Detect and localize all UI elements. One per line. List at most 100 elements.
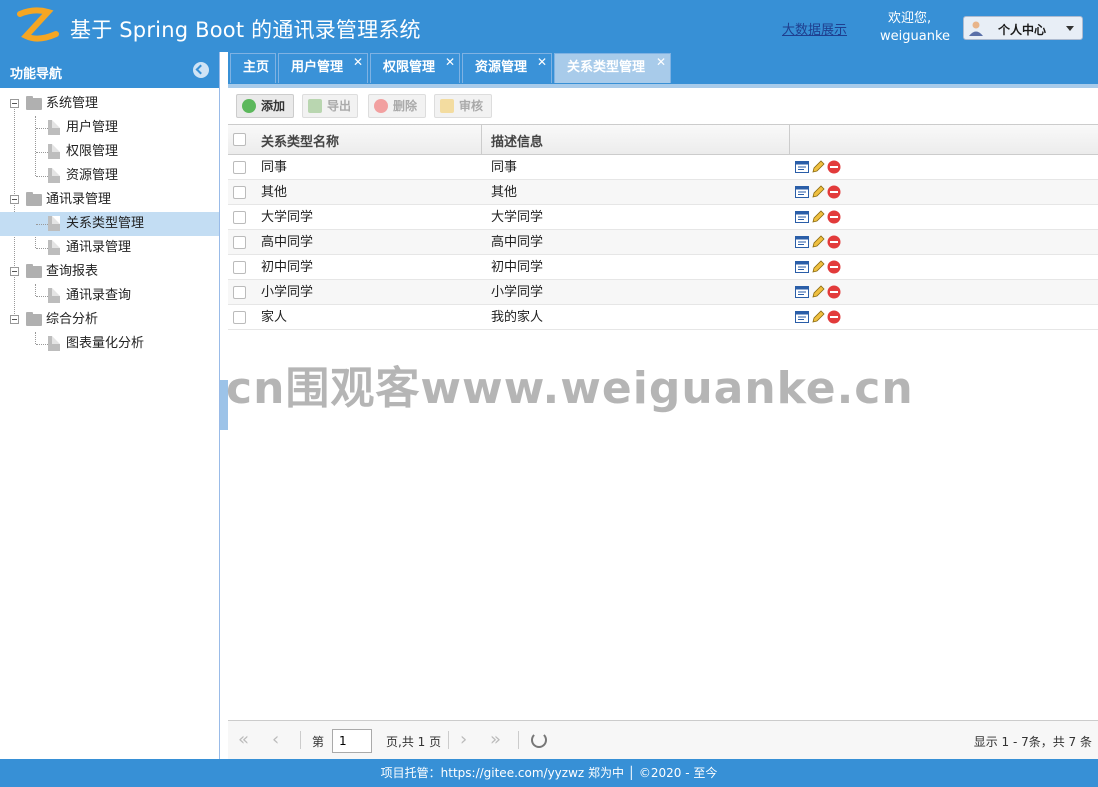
user-center-label: 个人中心	[998, 23, 1047, 37]
table-row[interactable]: 大学同学 大学同学	[228, 205, 1098, 230]
sidebar-item-label: 图表量化分析	[66, 336, 145, 351]
collapse-toggle-icon[interactable]	[10, 315, 19, 324]
collapse-toggle-icon[interactable]	[10, 267, 19, 276]
close-icon[interactable]: ✕	[353, 48, 363, 76]
data-grid: 关系类型名称 描述信息 同事 同事 其他 其他 大学同学 大学同学 高中同学 高中同学 初中同学…	[228, 124, 1098, 330]
cell-desc: 同事	[491, 160, 518, 175]
row-checkbox[interactable]	[233, 186, 246, 199]
edit-pencil-icon[interactable]	[811, 285, 825, 299]
tree-connector	[36, 248, 48, 249]
delete-icon[interactable]	[827, 260, 841, 274]
detail-icon[interactable]	[795, 260, 809, 274]
detail-icon[interactable]	[795, 160, 809, 174]
edit-pencil-icon[interactable]	[811, 310, 825, 324]
tab-permissions[interactable]: 权限管理 ✕	[370, 53, 460, 83]
table-row[interactable]: 同事 同事	[228, 155, 1098, 180]
column-header-desc[interactable]: 描述信息	[491, 131, 543, 150]
export-button[interactable]: 导出	[302, 94, 358, 118]
sidebar-item-label: 资源管理	[66, 168, 119, 183]
sidebar-splitter[interactable]	[220, 380, 228, 430]
pager-divider	[300, 731, 301, 749]
row-checkbox[interactable]	[233, 161, 246, 174]
pager-summary: 显示 1 - 7条，共 7 条	[973, 735, 1092, 749]
tree-connector	[36, 224, 48, 225]
tree-group-label: 系统管理	[46, 96, 99, 111]
row-checkbox[interactable]	[233, 311, 246, 324]
delete-icon[interactable]	[827, 210, 841, 224]
tree-group-contacts[interactable]: 通讯录管理	[0, 188, 219, 212]
detail-icon[interactable]	[795, 185, 809, 199]
sidebar-item-label: 通讯录查询	[66, 288, 132, 303]
add-button[interactable]: 添加	[236, 94, 294, 118]
edit-pencil-icon[interactable]	[811, 260, 825, 274]
close-icon[interactable]: ✕	[445, 48, 455, 76]
tree-connector	[36, 128, 48, 129]
bigdata-link[interactable]: 大数据展示	[782, 19, 847, 38]
detail-icon[interactable]	[795, 285, 809, 299]
first-page-icon[interactable]: «	[238, 731, 249, 749]
edit-pencil-icon[interactable]	[811, 210, 825, 224]
edit-pencil-icon[interactable]	[811, 160, 825, 174]
delete-icon[interactable]	[827, 185, 841, 199]
file-icon	[48, 288, 60, 303]
tab-relation-types[interactable]: 关系类型管理 ✕	[554, 53, 671, 83]
row-checkbox[interactable]	[233, 261, 246, 274]
collapse-sidebar-icon[interactable]	[193, 62, 209, 78]
pager-divider	[448, 731, 449, 749]
tab-home[interactable]: 主页	[230, 53, 276, 83]
tree-group-label: 综合分析	[46, 312, 99, 327]
row-checkbox[interactable]	[233, 211, 246, 224]
table-row[interactable]: 高中同学 高中同学	[228, 230, 1098, 255]
edit-pencil-icon[interactable]	[811, 185, 825, 199]
sidebar-title: 功能导航	[10, 67, 63, 82]
edit-pencil-icon[interactable]	[811, 235, 825, 249]
delete-icon[interactable]	[827, 160, 841, 174]
user-center-button[interactable]: 个人中心	[963, 16, 1083, 40]
select-all-checkbox[interactable]	[233, 133, 246, 146]
sidebar-item-resources[interactable]: 资源管理	[0, 164, 219, 188]
audit-button[interactable]: 审核	[434, 94, 492, 118]
welcome-text: 欢迎您, weiguanke	[880, 10, 950, 46]
page-number-input[interactable]	[332, 729, 372, 753]
detail-icon[interactable]	[795, 235, 809, 249]
tree-group-reports[interactable]: 查询报表	[0, 260, 219, 284]
sidebar-item-relation-types[interactable]: 关系类型管理	[0, 212, 219, 236]
delete-button-label: 删除	[393, 99, 418, 113]
table-row[interactable]: 其他 其他	[228, 180, 1098, 205]
sidebar-item-contact-query[interactable]: 通讯录查询	[0, 284, 219, 308]
sidebar-item-users[interactable]: 用户管理	[0, 116, 219, 140]
row-checkbox[interactable]	[233, 236, 246, 249]
collapse-toggle-icon[interactable]	[10, 99, 19, 108]
chevron-down-icon	[1066, 26, 1074, 31]
file-icon	[48, 240, 60, 255]
delete-icon[interactable]	[827, 310, 841, 324]
tab-resources[interactable]: 资源管理 ✕	[462, 53, 552, 83]
column-header-name[interactable]: 关系类型名称	[261, 131, 339, 150]
tab-users[interactable]: 用户管理 ✕	[278, 53, 368, 83]
tree-group-analysis[interactable]: 综合分析	[0, 308, 219, 332]
last-page-icon[interactable]: »	[490, 731, 501, 749]
close-icon[interactable]: ✕	[537, 48, 547, 76]
cell-desc: 高中同学	[491, 235, 544, 250]
table-row[interactable]: 初中同学 初中同学	[228, 255, 1098, 280]
sidebar-item-contacts[interactable]: 通讯录管理	[0, 236, 219, 260]
prev-page-icon[interactable]: ‹	[272, 731, 279, 749]
collapse-toggle-icon[interactable]	[10, 195, 19, 204]
sidebar-item-chart-analysis[interactable]: 图表量化分析	[0, 332, 219, 356]
close-icon[interactable]: ✕	[656, 48, 666, 76]
table-row[interactable]: 小学同学 小学同学	[228, 280, 1098, 305]
app-header: 基于 Spring Boot 的通讯录管理系统 大数据展示 欢迎您, weigu…	[0, 0, 1098, 52]
delete-button[interactable]: 删除	[368, 94, 426, 118]
row-checkbox[interactable]	[233, 286, 246, 299]
detail-icon[interactable]	[795, 210, 809, 224]
sidebar-item-permissions[interactable]: 权限管理	[0, 140, 219, 164]
next-page-icon[interactable]: ›	[460, 731, 467, 749]
folder-icon	[26, 264, 42, 278]
refresh-icon[interactable]	[531, 732, 547, 748]
tree-group-system[interactable]: 系统管理	[0, 92, 219, 116]
table-row[interactable]: 家人 我的家人	[228, 305, 1098, 330]
delete-icon[interactable]	[827, 285, 841, 299]
delete-icon[interactable]	[827, 235, 841, 249]
cell-desc: 我的家人	[491, 310, 544, 325]
detail-icon[interactable]	[795, 310, 809, 324]
